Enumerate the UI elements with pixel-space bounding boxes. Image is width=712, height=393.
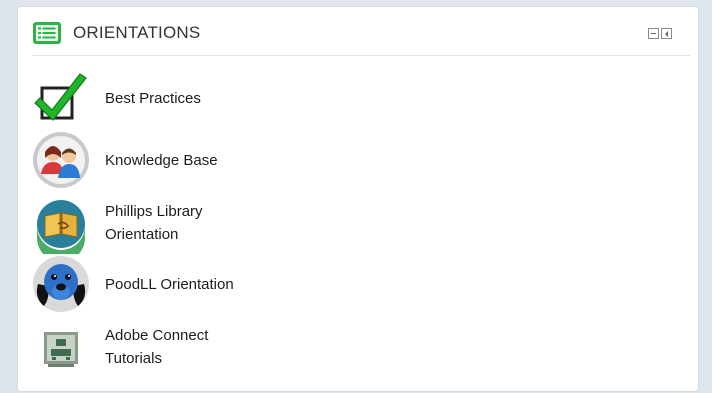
phillips-library-label-line1: Phillips Library (105, 203, 203, 220)
block-controls (648, 28, 672, 39)
poodll-orientation-link[interactable]: PoodLL Orientation (105, 273, 234, 296)
block-header: ORIENTATIONS (32, 21, 690, 56)
library-book-icon (37, 200, 85, 254)
list-item-adobe-connect[interactable]: Adobe Connect Tutorials (30, 318, 688, 380)
checkmark-icon (34, 73, 87, 121)
page-left-edge (0, 0, 18, 393)
adobe-connect-label-line1: Adobe Connect (105, 327, 209, 344)
list-item-poodll[interactable]: PoodLL Orientation (30, 256, 688, 318)
list-item-best-practices[interactable]: Best Practices (30, 70, 688, 132)
list-item-knowledge-base[interactable]: Knowledge Base (30, 132, 688, 194)
phillips-library-label-line2: Orientation (105, 226, 179, 243)
list-icon (33, 22, 61, 44)
orientation-list: Best Practices Knowledge Base Phillips L… (30, 70, 688, 380)
hide-block-button[interactable] (648, 28, 659, 39)
block-title: ORIENTATIONS (73, 23, 201, 42)
adobe-connect-label-line2: Tutorials (105, 350, 162, 367)
phillips-library-link[interactable]: Phillips Library Orientation (105, 200, 203, 246)
dog-icon (33, 256, 89, 312)
best-practices-link[interactable]: Best Practices (105, 87, 201, 110)
orientations-block: ORIENTATIONS Best Practices Knowledge Ba… (17, 6, 699, 392)
adobe-connect-icon (44, 332, 78, 367)
knowledge-base-link[interactable]: Knowledge Base (105, 149, 218, 172)
adobe-connect-link[interactable]: Adobe Connect Tutorials (105, 324, 208, 370)
people-icon (33, 132, 89, 188)
list-item-phillips-library[interactable]: Phillips Library Orientation (30, 194, 688, 256)
dock-block-button[interactable] (661, 28, 672, 39)
